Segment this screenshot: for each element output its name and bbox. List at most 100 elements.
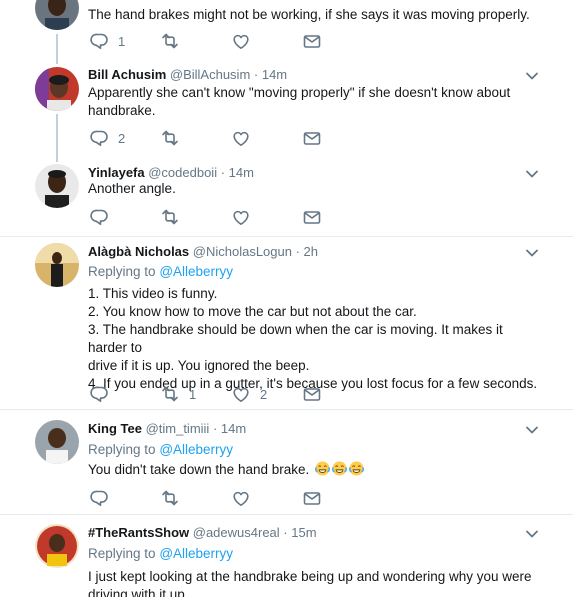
tweet-text: Another angle. [88, 180, 538, 198]
display-name[interactable]: #TheRantsShow [88, 525, 189, 540]
tweet-text-line: 1. This video is funny. [88, 286, 218, 301]
thread-connector [56, 58, 58, 64]
tweet-2[interactable]: Yinlayefa @codedboii · 14m Another angle… [0, 154, 573, 236]
avatar[interactable] [35, 243, 79, 287]
retweet-icon [162, 209, 178, 225]
tweet-0[interactable]: The hand brakes might not be working, if… [0, 0, 573, 62]
timestamp[interactable]: · 14m [213, 421, 246, 436]
retweet-button[interactable] [159, 207, 181, 227]
reply-button[interactable] [88, 207, 110, 227]
reply-icon [90, 209, 108, 225]
user-handle[interactable]: @BillAchusim [170, 67, 250, 82]
replying-label: Replying to [88, 546, 156, 561]
reply-button[interactable]: 2 [88, 128, 125, 148]
timestamp[interactable]: · 14m [221, 165, 254, 180]
heart-icon [233, 131, 249, 146]
tweet-text-line: Apparently she can't know "moving proper… [88, 85, 511, 100]
replying-to: Replying to @Alleberryy [88, 546, 233, 561]
reply-button[interactable] [88, 384, 110, 404]
tweet-1[interactable]: Bill Achusim @BillAchusim · 14m Apparent… [0, 58, 573, 154]
envelope-icon [303, 211, 321, 224]
timestamp[interactable]: · 14m [254, 67, 287, 82]
tweet-actions: 2 [88, 128, 328, 148]
direct-message-button[interactable] [301, 384, 323, 404]
tweet-4[interactable]: King Tee @tim_timiii · 14m Replying to @… [0, 410, 573, 514]
timestamp[interactable]: · 2h [296, 244, 318, 259]
replying-to-link[interactable]: @Alleberryy [159, 264, 233, 279]
avatar[interactable] [35, 67, 79, 111]
envelope-icon [303, 132, 321, 145]
direct-message-button[interactable] [301, 207, 323, 227]
reply-button[interactable]: 1 [88, 31, 125, 51]
reply-count: 1 [118, 33, 126, 49]
user-handle[interactable]: @NicholasLogun [193, 244, 292, 259]
like-button[interactable] [230, 488, 252, 508]
face-with-tears-of-joy-icon [332, 461, 348, 476]
user-handle[interactable]: @adewus4real [193, 525, 280, 540]
avatar[interactable] [35, 524, 79, 568]
display-name[interactable]: Yinlayefa [88, 165, 145, 180]
direct-message-button[interactable] [301, 128, 323, 148]
retweet-count: 1 [189, 386, 197, 402]
replying-to-link[interactable]: @Alleberryy [159, 546, 233, 561]
timestamp[interactable]: · 15m [283, 525, 316, 540]
envelope-icon [303, 35, 321, 48]
envelope-icon [303, 492, 321, 505]
tweet-text-line: You didn't take down the hand brake. [88, 462, 310, 477]
avatar[interactable] [35, 164, 79, 208]
like-button[interactable]: 2 [230, 384, 267, 404]
tweet-text-line: 2. You know how to move the car but not … [88, 304, 417, 319]
like-button[interactable] [230, 207, 252, 227]
tweet-text: The hand brakes might not be working, if… [88, 7, 530, 22]
reply-icon [90, 33, 108, 50]
envelope-icon [303, 388, 321, 401]
tweet-header: Bill Achusim @BillAchusim · 14m [88, 67, 287, 82]
replying-to-link[interactable]: @Alleberryy [159, 442, 233, 457]
retweet-button[interactable] [159, 488, 181, 508]
replying-to: Replying to @Alleberryy [88, 442, 233, 457]
retweet-icon [162, 130, 178, 146]
direct-message-button[interactable] [301, 488, 323, 508]
retweet-icon [162, 490, 178, 506]
thread-connector [56, 114, 58, 154]
replying-label: Replying to [88, 264, 156, 279]
tweet-text-line: I just kept looking at the handbrake bei… [88, 569, 532, 584]
chevron-down-icon[interactable] [525, 423, 539, 437]
like-button[interactable] [230, 31, 252, 51]
avatar[interactable] [35, 0, 79, 30]
tweet-text: 1. This video is funny. 2. You know how … [88, 285, 538, 393]
direct-message-button[interactable] [301, 31, 323, 51]
reply-button[interactable] [88, 488, 110, 508]
tweet-text-line: drive if it is up. You ignored the beep. [88, 358, 310, 373]
replying-label: Replying to [88, 442, 156, 457]
tweet-header: #TheRantsShow @adewus4real · 15m [88, 525, 317, 540]
user-handle[interactable]: @tim_timiii [146, 421, 210, 436]
retweet-icon [162, 33, 178, 49]
tweet-actions [88, 488, 328, 508]
display-name[interactable]: Alàgbà Nicholas [88, 244, 189, 259]
tweet-actions: 1 2 [88, 384, 328, 404]
chevron-down-icon[interactable] [525, 527, 539, 541]
tweet-header: King Tee @tim_timiii · 14m [88, 421, 246, 436]
tweet-text-line: handbrake. [88, 103, 156, 118]
user-handle[interactable]: @codedboii [148, 165, 217, 180]
display-name[interactable]: King Tee [88, 421, 142, 436]
retweet-button[interactable] [159, 31, 181, 51]
like-button[interactable] [230, 128, 252, 148]
face-with-tears-of-joy-icon [349, 461, 365, 476]
chevron-down-icon[interactable] [525, 246, 539, 260]
tweet-text: You didn't take down the hand brake. [88, 461, 538, 479]
like-count: 2 [260, 386, 268, 402]
avatar[interactable] [35, 420, 79, 464]
retweet-button[interactable] [159, 128, 181, 148]
display-name[interactable]: Bill Achusim [88, 67, 166, 82]
retweet-button[interactable]: 1 [159, 384, 196, 404]
tweet-text: I just kept looking at the handbrake bei… [88, 568, 538, 597]
tweet-text-line: 3. The handbrake should be down when the… [88, 322, 503, 355]
chevron-down-icon[interactable] [525, 167, 539, 181]
heart-icon [233, 210, 249, 225]
tweet-5[interactable]: #TheRantsShow @adewus4real · 15m Replyin… [0, 515, 573, 597]
tweet-3[interactable]: Alàgbà Nicholas @NicholasLogun · 2h Repl… [0, 237, 573, 409]
chevron-down-icon[interactable] [525, 69, 539, 83]
replying-to: Replying to @Alleberryy [88, 264, 233, 279]
